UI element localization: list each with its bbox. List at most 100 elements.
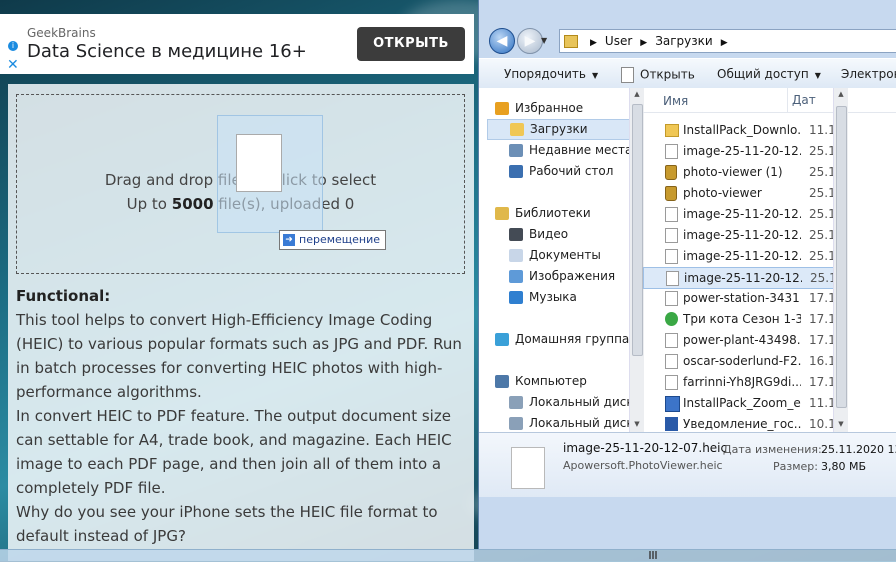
ad-banner[interactable]: GeekBrains Data Science в медицине 16+ i… [0, 14, 474, 74]
nav-item[interactable]: Документы [479, 245, 629, 266]
email-button[interactable]: Электрон [841, 67, 896, 81]
breadcrumb-user[interactable]: User [605, 34, 632, 48]
taskbar-grip[interactable]: ‖‖‖ [648, 550, 658, 559]
file-row[interactable]: image-25-11-20-12... 25.1 [643, 246, 833, 266]
organize-button[interactable]: Упорядочить ▼ [504, 67, 598, 81]
nav-item[interactable]: Избранное [479, 98, 629, 119]
organize-label: Упорядочить [504, 67, 586, 81]
doc-file-icon [665, 228, 678, 243]
scroll-up-icon[interactable]: ▲ [630, 90, 644, 98]
music-icon [509, 291, 523, 304]
file-row[interactable]: image-25-11-20-12... 25.1 [643, 267, 835, 289]
nav-item[interactable]: Локальный диск [479, 413, 629, 432]
file-list: Имя Дат InstallPack_Downlo... 11.1 image-2… [643, 88, 896, 432]
file-name: image-25-11-20-12... [683, 249, 801, 263]
nav-item-label: Локальный диск [529, 416, 629, 430]
file-name: InstallPack_Downlo... [683, 123, 801, 137]
local-disk-icon [509, 417, 523, 430]
nav-item[interactable]: Библиотеки [479, 203, 629, 224]
jar-file-icon [665, 165, 677, 180]
nav-scroll-thumb[interactable] [632, 104, 643, 356]
limit-count: 5000 [171, 195, 214, 213]
ad-close-icon[interactable]: ✕ [7, 58, 19, 72]
move-arrow-icon: ➜ [283, 234, 295, 246]
file-thumbnail [511, 447, 545, 489]
word-file-icon [665, 417, 678, 431]
file-row[interactable]: farrinni-Yh8JRG9di... 17.1 [643, 372, 833, 392]
file-name: Уведомление_гос... [683, 417, 801, 431]
nav-item[interactable]: Недавние места [479, 140, 629, 161]
nav-item-label: Документы [529, 248, 601, 262]
file-row[interactable]: image-25-11-20-12... 25.1 [643, 204, 833, 224]
file-scroll-thumb[interactable] [836, 106, 847, 408]
images-icon [509, 270, 523, 283]
share-button[interactable]: Общий доступ ▼ [717, 67, 821, 81]
file-row[interactable]: InstallPack_Downlo... 11.1 [643, 120, 833, 140]
description-heading: Functional: [16, 287, 111, 305]
ad-headline[interactable]: Data Science в медицине 16+ [27, 41, 307, 62]
recent-places-icon [509, 144, 523, 157]
nav-item-label: Избранное [515, 101, 584, 115]
file-row[interactable]: photo-viewer 25.1 [643, 183, 833, 203]
back-arrow-icon[interactable]: ◀ [489, 28, 515, 54]
nav-item[interactable]: Локальный диск [479, 392, 629, 413]
nav-item[interactable]: Изображения [479, 266, 629, 287]
file-row[interactable]: image-25-11-20-12... 25.1 [643, 141, 833, 161]
file-name: farrinni-Yh8JRG9di... [683, 375, 801, 389]
file-row[interactable]: power-plant-43498... 17.1 [643, 330, 833, 350]
nav-item[interactable]: Музыка [479, 287, 629, 308]
ad-open-button[interactable]: ОТКРЫТЬ [357, 27, 465, 61]
file-row[interactable]: oscar-soderlund-F2... 16.1 [643, 351, 833, 371]
nav-item-label: Локальный диск [529, 395, 629, 409]
open-button[interactable]: Открыть [621, 67, 695, 83]
nav-item[interactable]: Видео [479, 224, 629, 245]
nav-item-label: Рабочий стол [529, 164, 614, 178]
file-row[interactable]: Уведомление_гос... 10.1 [643, 414, 833, 432]
file-scrollbar[interactable]: ▲ ▼ [833, 88, 848, 432]
drag-move-tooltip: ➜ перемещение [279, 230, 387, 250]
column-date[interactable]: Дат [787, 88, 816, 112]
nav-item[interactable]: Домашняя группа [479, 329, 629, 350]
downloads-folder-icon [510, 123, 524, 136]
address-bar[interactable]: ▶ User ▶ Загрузки ▶ [559, 29, 896, 53]
forward-arrow-icon[interactable]: ▶ [517, 28, 543, 54]
nav-scrollbar[interactable]: ▲ ▼ [629, 88, 644, 432]
email-label: Электрон [841, 67, 896, 81]
file-row[interactable]: Три кота Сезон 1-3... 17.1 [643, 309, 833, 329]
jar-file-icon [665, 186, 677, 201]
file-row[interactable]: image-25-11-20-12... 25.1 [643, 225, 833, 245]
nav-item[interactable]: Загрузки [487, 119, 629, 140]
file-date: 11.1 [809, 396, 833, 410]
ad-brand: GeekBrains [27, 26, 96, 40]
file-dropzone[interactable]: Drag and drop files or click to select U… [16, 94, 465, 274]
file-row[interactable]: InstallPack_Zoom_e... 11.1 [643, 393, 833, 413]
file-date: 11.1 [809, 123, 833, 137]
history-dropdown-icon[interactable]: ▼ [541, 36, 547, 45]
file-date: 17.1 [809, 333, 833, 347]
file-date: 10.1 [809, 417, 833, 431]
ad-info-icon[interactable]: i [8, 41, 18, 51]
scroll-up-icon[interactable]: ▲ [834, 90, 848, 98]
share-label: Общий доступ [717, 67, 809, 81]
description: Functional: This tool helps to convert H… [16, 284, 466, 548]
scroll-down-icon[interactable]: ▼ [834, 420, 848, 428]
breadcrumb-downloads[interactable]: Загрузки [655, 34, 713, 48]
column-name[interactable]: Имя [663, 94, 688, 108]
file-row[interactable]: photo-viewer (1) 25.1 [643, 162, 833, 182]
file-row[interactable]: power-station-3431... 17.1 [643, 288, 833, 308]
nav-item-label: Музыка [529, 290, 577, 304]
file-page-icon [236, 134, 282, 192]
size-label: Размер: [773, 460, 818, 473]
nav-item[interactable]: Рабочий стол [479, 161, 629, 182]
document-icon [621, 67, 634, 83]
documents-icon [509, 249, 523, 262]
nav-item-label: Загрузки [530, 122, 588, 136]
file-name: Три кота Сезон 1-3... [683, 312, 801, 326]
nav-item[interactable]: Компьютер [479, 371, 629, 392]
file-date: 25.1 [809, 186, 833, 200]
file-date: 25.1 [809, 207, 833, 221]
file-name: photo-viewer [683, 186, 762, 200]
file-name: image-25-11-20-12... [683, 144, 801, 158]
scroll-down-icon[interactable]: ▼ [630, 420, 644, 428]
file-date: 25.1 [809, 165, 833, 179]
